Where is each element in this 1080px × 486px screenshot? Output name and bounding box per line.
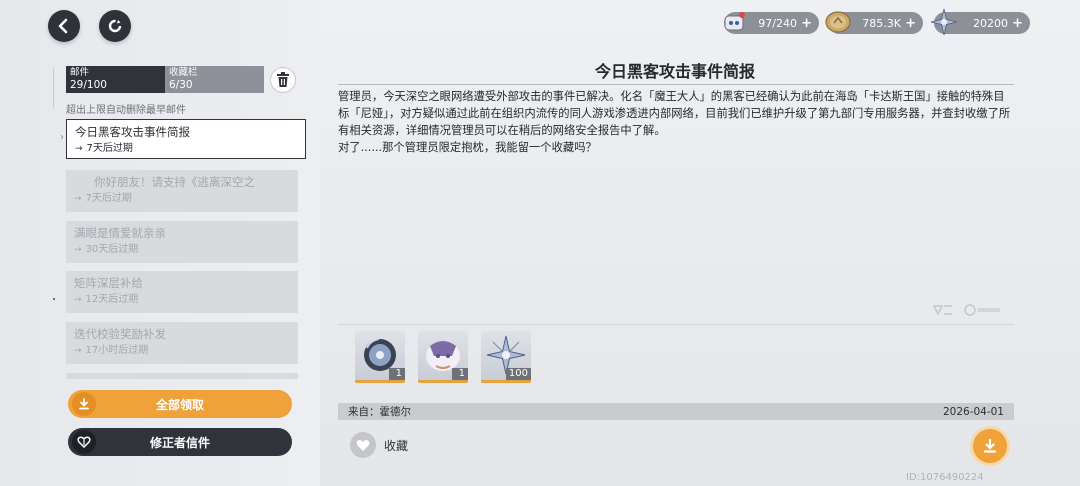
list-item[interactable]: 矩阵深层补给 → 12天后过期 — [66, 271, 298, 313]
message-title: 今日黑客攻击事件简报 — [594, 62, 755, 81]
stamina-currency: 97/240 + — [724, 12, 819, 34]
selection-marker-icon: › — [60, 132, 64, 143]
scroll-indicator — [53, 298, 55, 300]
crystal-star-icon — [930, 8, 958, 36]
coin-currency: 785.3K + — [825, 11, 923, 34]
tab-mail-count: 29/100 — [70, 79, 107, 91]
claim-all-label: 全部领取 — [155, 397, 204, 412]
item-quantity: 100 — [505, 368, 531, 380]
coin-icon — [825, 11, 851, 33]
mail-expire: → 7天后过期 — [74, 193, 132, 204]
mail-expire: → 7天后过期 — [75, 143, 133, 154]
list-item-partial — [66, 373, 298, 379]
back-button[interactable] — [48, 10, 80, 42]
attachment-item[interactable]: 1 — [418, 331, 468, 383]
trash-icon — [277, 72, 289, 87]
download-icon — [72, 392, 96, 416]
expire-arrow-icon: → — [74, 295, 82, 305]
sender-label: 来自：霍德尔 — [348, 406, 411, 418]
mail-list: 今日黑客攻击事件简报 → 7天后过期 你好朋友！请支持《逃离深空之 → 7天后过期 … — [66, 119, 306, 379]
add-stamina-button[interactable]: + — [801, 16, 812, 31]
heart-shield-icon — [72, 430, 96, 454]
scroll-track — [53, 68, 54, 108]
arrow-left-icon — [58, 18, 68, 34]
expire-arrow-icon: → — [75, 144, 83, 154]
download-icon — [983, 438, 997, 453]
list-item[interactable]: 迭代校验奖励补发 → 17小时后过期 — [66, 322, 298, 364]
mail-title: 满眼是情爱就亲亲 — [74, 226, 166, 240]
item-quantity: 1 — [389, 368, 405, 380]
list-item[interactable]: 你好朋友！请支持《逃离深空之 → 7天后过期 — [66, 170, 298, 212]
mail-title: 你好朋友！请支持《逃离深空之 — [94, 175, 255, 189]
claim-all-button[interactable]: 全部领取 — [68, 390, 292, 418]
mail-tabs: 邮件 29/100 收藏栏 6/30 — [66, 66, 264, 93]
item-quantity: 1 — [452, 368, 468, 380]
list-item[interactable]: 今日黑客攻击事件简报 → 7天后过期 — [66, 119, 306, 159]
corrector-letter-label: 修正者信件 — [149, 435, 210, 450]
coin-value: 785.3K — [862, 16, 901, 30]
watermark-logo — [932, 302, 1002, 321]
tab-mail-label: 邮件 — [70, 67, 90, 78]
add-coin-button[interactable]: + — [905, 16, 916, 31]
refresh-button[interactable] — [99, 10, 131, 42]
attachment-item[interactable]: 1 — [355, 331, 405, 383]
heart-icon — [350, 432, 376, 458]
refresh-icon — [108, 19, 122, 33]
divider — [338, 84, 1014, 85]
add-crystal-button[interactable]: + — [1012, 16, 1023, 31]
delete-button[interactable] — [270, 67, 296, 93]
message-body: 管理员，今天深空之眼网络遭受外部攻击的事件已解决。化名「魔王大人」的黑客已经确认… — [338, 90, 1011, 154]
attachment-item[interactable]: 100 — [481, 331, 531, 383]
mail-expire: → 17小时后过期 — [74, 345, 149, 356]
tab-fav-count: 6/30 — [169, 79, 193, 91]
expire-arrow-icon: → — [74, 194, 82, 204]
tab-favorites[interactable]: 收藏栏 6/30 — [165, 66, 264, 93]
crystal-currency: 20200 + — [930, 8, 1030, 36]
favorite-button[interactable]: 收藏 — [350, 432, 408, 458]
mail-expire: → 12天后过期 — [74, 294, 139, 305]
auto-delete-note: 超出上限自动删除最早邮件 — [66, 105, 186, 116]
stamina-value: 97/240 — [758, 16, 797, 30]
expire-arrow-icon: → — [74, 346, 82, 356]
tab-mail[interactable]: 邮件 29/100 — [66, 66, 165, 93]
sender-bar: 来自：霍德尔 2026-04-01 — [338, 403, 1014, 420]
list-item[interactable]: 满眼是情爱就亲亲 → 30天后过期 — [66, 221, 298, 263]
mail-title: 今日黑客攻击事件简报 — [75, 125, 190, 139]
mail-title: 迭代校验奖励补发 — [74, 327, 166, 341]
claim-attachments-button[interactable] — [973, 429, 1007, 463]
mail-title: 矩阵深层补给 — [74, 276, 143, 290]
player-id: ID:1076490224 — [906, 472, 984, 483]
stamina-robot-icon — [724, 12, 745, 31]
tab-fav-label: 收藏栏 — [169, 67, 198, 78]
crystal-value: 20200 — [973, 16, 1008, 30]
corrector-letter-button[interactable]: 修正者信件 — [68, 428, 292, 456]
favorite-label: 收藏 — [384, 438, 409, 453]
expire-arrow-icon: → — [74, 245, 82, 255]
mail-expire: → 30天后过期 — [74, 244, 139, 255]
message-date: 2026-04-01 — [942, 405, 1004, 418]
